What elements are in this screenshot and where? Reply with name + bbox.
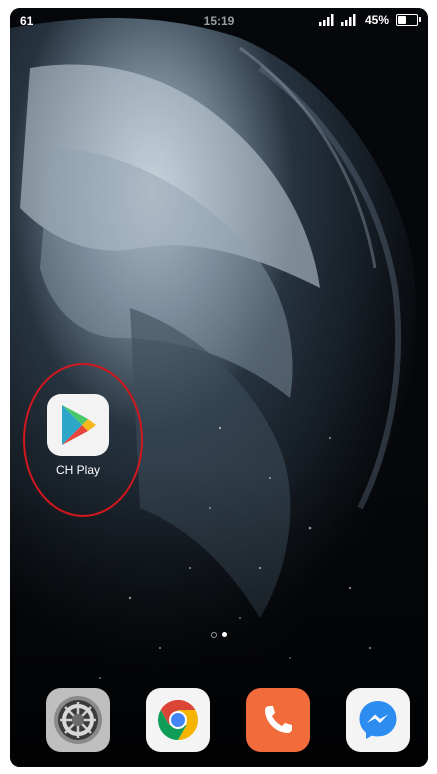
app-label: CH Play: [55, 463, 100, 477]
messenger-icon[interactable]: [346, 688, 410, 752]
app-ch-play[interactable]: CH Play: [46, 394, 110, 477]
phone-icon: [265, 706, 292, 733]
battery-level: [398, 16, 406, 24]
status-indicators: 45%: [318, 13, 421, 27]
signal-icon: [340, 14, 356, 26]
battery-percent: 45%: [364, 13, 389, 27]
messenger-icon: [359, 701, 397, 739]
google-play-icon: [62, 405, 96, 445]
chrome-icon: [158, 700, 198, 740]
settings-gear-icon: [54, 696, 102, 744]
dock: [10, 688, 428, 752]
status-bar: 61 15:19 45%: [10, 8, 428, 36]
page-dot[interactable]: [211, 632, 217, 638]
phone-icon[interactable]: [246, 688, 310, 752]
wallpaper: [10, 8, 428, 767]
page-dot-active[interactable]: [222, 632, 227, 637]
battery-icon: [396, 14, 421, 26]
chrome-icon[interactable]: [146, 688, 210, 752]
settings-gear-icon[interactable]: [46, 688, 110, 752]
google-play-icon[interactable]: [47, 394, 109, 456]
phone-frame: 61 15:19 45% CH Play: [0, 0, 437, 774]
signal-icon: [318, 14, 334, 26]
home-screen: 61 15:19 45% CH Play: [10, 8, 428, 767]
page-indicator[interactable]: [10, 632, 428, 638]
